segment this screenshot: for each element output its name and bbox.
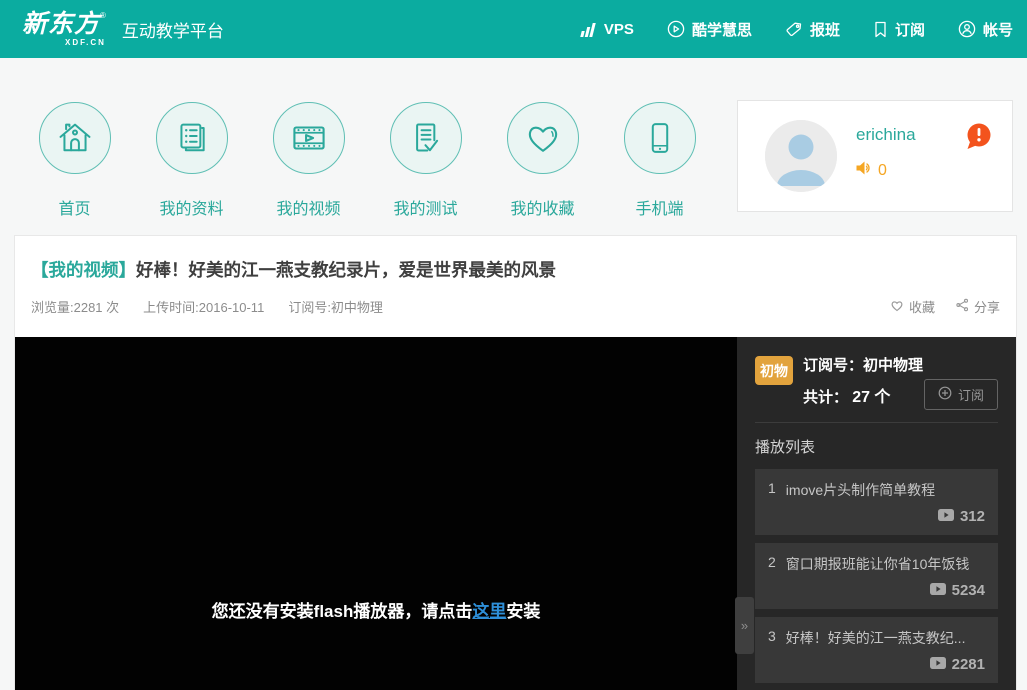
playlist-item-title: 窗口期报班能让你省10年饭钱 <box>786 554 970 574</box>
alert-badge-icon[interactable] <box>964 121 994 151</box>
subscription-header: 初物 订阅号：初中物理 共计： 27 个 订阅 <box>755 354 998 407</box>
quick-nav-label: 首页 <box>58 195 90 219</box>
registered-mark: ® <box>100 11 106 20</box>
play-circle-icon <box>667 20 685 38</box>
playlist-title: 播放列表 <box>755 436 998 457</box>
documents-icon <box>156 102 228 174</box>
playlist-item[interactable]: 1 imove片头制作简单教程 312 <box>755 469 998 535</box>
video-actions: 收藏 分享 <box>890 297 1000 316</box>
sidebar-item-mobile[interactable]: 手机端 <box>601 102 718 219</box>
upload-date: 上传时间:2016-10-11 <box>143 297 264 316</box>
logo-text: 新东方 <box>22 10 100 38</box>
tag-icon <box>785 21 803 38</box>
subscribe-button[interactable]: 订阅 <box>924 379 998 410</box>
video-category-tag: 【我的视频】 <box>31 260 136 280</box>
play-count-icon <box>930 582 946 599</box>
nav-label: 订阅 <box>895 19 925 40</box>
quick-nav-label: 我的收藏 <box>510 195 574 219</box>
share-button[interactable]: 分享 <box>955 297 1000 316</box>
nav-label: 酷学慧思 <box>692 19 752 40</box>
flash-message-pre: 您还没有安装flash播放器，请点击 <box>212 602 473 621</box>
plus-circle-icon <box>938 386 952 403</box>
platform-title: 互动教学平台 <box>122 17 224 42</box>
playlist-item-index: 3 <box>768 628 776 648</box>
total-count: 27 个 <box>852 389 890 406</box>
nav-item-account[interactable]: 帐号 <box>958 19 1013 40</box>
nav-item-dingyue[interactable]: 订阅 <box>873 19 925 40</box>
quick-nav-label: 我的资料 <box>159 195 223 219</box>
sidebar-item-favorites[interactable]: 我的收藏 <box>484 102 601 219</box>
username[interactable]: erichina <box>856 125 916 145</box>
speaker-icon <box>855 160 874 181</box>
playlist-item-plays: 5234 <box>952 582 985 599</box>
message-count: 0 <box>878 162 887 180</box>
view-count: 浏览量:2281 次 <box>31 297 119 316</box>
quick-nav-label: 我的视频 <box>276 195 340 219</box>
nav-item-kuxue[interactable]: 酷学慧思 <box>667 19 752 40</box>
avatar[interactable] <box>765 120 837 192</box>
xdf-logo[interactable]: 新东方® XDF.CN <box>22 12 106 47</box>
video-player[interactable]: 您还没有安装flash播放器，请点击这里安装 <box>15 337 737 690</box>
subscribe-label: 订阅 <box>958 385 984 404</box>
user-icon <box>958 20 976 38</box>
header-nav: VPS 酷学慧思 报班 订阅 <box>545 19 1013 40</box>
video-meta-row: 浏览量:2281 次 上传时间:2016-10-11 订阅号:初中物理 收藏 分… <box>31 297 1000 316</box>
playlist-item[interactable]: 2 窗口期报班能让你省10年饭钱 5234 <box>755 543 998 609</box>
film-icon <box>273 102 345 174</box>
play-count-icon <box>930 656 946 673</box>
quick-nav: 首页 我的资料 我的视频 我的测试 我的收藏 <box>16 102 718 219</box>
sidebar-divider <box>755 422 998 423</box>
nav-item-baoban[interactable]: 报班 <box>785 19 840 40</box>
page: 新东方® XDF.CN 互动教学平台 VPS 酷学慧思 报班 <box>0 0 1027 690</box>
video-title-text: 好棒！好美的江一燕支教纪录片，爱是世界最美的风景 <box>136 260 556 280</box>
user-panel: erichina 0 <box>737 100 1013 212</box>
playlist-item[interactable]: 3 好棒！好美的江一燕支教纪... 2281 <box>755 617 998 683</box>
nav-label: 帐号 <box>983 19 1013 40</box>
sidebar-collapse-handle[interactable]: » <box>735 597 754 654</box>
playlist-sidebar: » 初物 订阅号：初中物理 共计： 27 个 <box>737 337 1016 690</box>
chevron-right-icon: » <box>741 618 748 633</box>
bar-chart-icon <box>578 22 597 37</box>
page-title: 【我的视频】好棒！好美的江一燕支教纪录片，爱是世界最美的风景 <box>31 257 1000 282</box>
play-count-icon <box>938 508 954 525</box>
channel-name: 订阅号:初中物理 <box>288 297 383 316</box>
sidebar-item-tests[interactable]: 我的测试 <box>367 102 484 219</box>
bookmark-icon <box>873 21 888 38</box>
message-count-row[interactable]: 0 <box>855 160 887 181</box>
playlist: 1 imove片头制作简单教程 312 2 窗 <box>755 469 998 690</box>
top-header: 新东方® XDF.CN 互动教学平台 VPS 酷学慧思 报班 <box>0 0 1027 58</box>
share-icon <box>955 298 969 315</box>
favorite-button[interactable]: 收藏 <box>890 297 935 316</box>
playlist-item-index: 2 <box>768 554 776 574</box>
sidebar-item-videos[interactable]: 我的视频 <box>250 102 367 219</box>
sidebar-item-home[interactable]: 首页 <box>16 102 133 219</box>
player-row: 您还没有安装flash播放器，请点击这里安装 » 初物 订阅号：初中物理 共计：… <box>15 337 1016 690</box>
nav-label: VPS <box>604 21 634 38</box>
quick-nav-label: 手机端 <box>635 195 683 219</box>
heart-outline-icon <box>890 299 904 315</box>
quick-nav-label: 我的测试 <box>393 195 457 219</box>
playlist-item-plays: 312 <box>960 508 985 525</box>
nav-label: 报班 <box>810 19 840 40</box>
phone-icon <box>624 102 696 174</box>
channel-title: 订阅号：初中物理 <box>803 354 998 375</box>
share-label: 分享 <box>974 297 1000 316</box>
playlist-item-index: 1 <box>768 480 776 500</box>
logo-subtext: XDF.CN <box>22 39 106 47</box>
total-label: 共计： <box>803 389 848 406</box>
flash-message-post: 安装 <box>506 602 540 621</box>
nav-item-vps[interactable]: VPS <box>578 21 634 38</box>
flash-missing-message: 您还没有安装flash播放器，请点击这里安装 <box>15 597 737 622</box>
favorite-label: 收藏 <box>909 297 935 316</box>
playlist-item-title: imove片头制作简单教程 <box>786 480 935 500</box>
video-page-card: 【我的视频】好棒！好美的江一燕支教纪录片，爱是世界最美的风景 浏览量:2281 … <box>14 235 1017 690</box>
channel-badge: 初物 <box>755 356 793 385</box>
playlist-item-plays: 2281 <box>952 656 985 673</box>
home-icon <box>39 102 111 174</box>
sidebar-item-profile[interactable]: 我的资料 <box>133 102 250 219</box>
playlist-item-title: 好棒！好美的江一燕支教纪... <box>786 628 966 648</box>
heart-icon <box>507 102 579 174</box>
flash-install-link[interactable]: 这里 <box>472 602 506 621</box>
test-icon <box>390 102 462 174</box>
